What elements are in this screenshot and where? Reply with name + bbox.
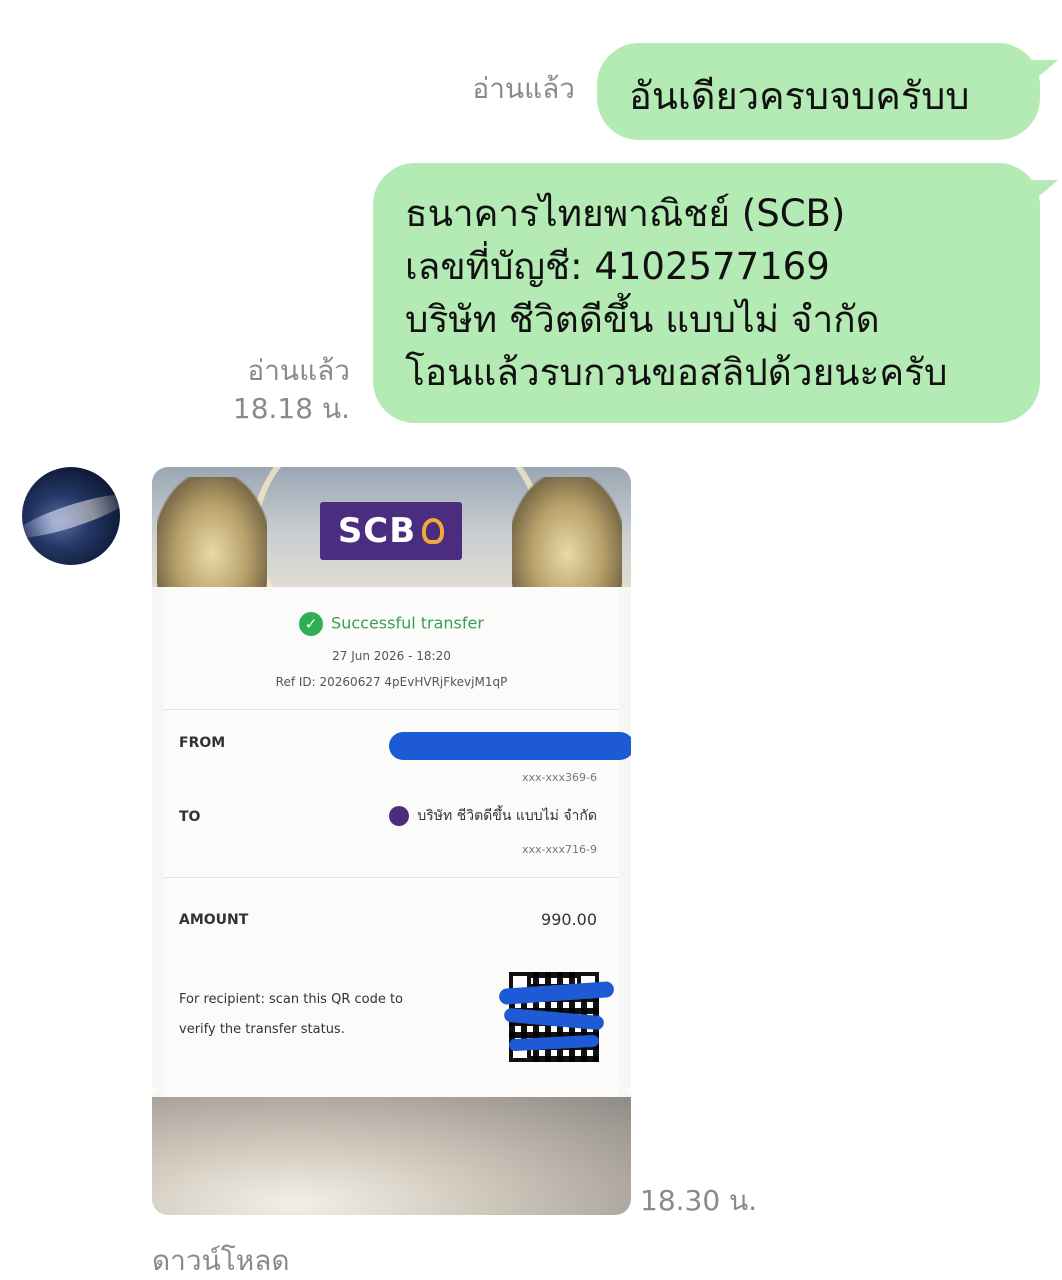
redaction-scribble xyxy=(389,732,631,760)
to-name-text: บริษัท ชีวิตดีขึ้น แบบไม่ จำกัด xyxy=(417,808,597,824)
scb-mark-icon xyxy=(422,518,445,544)
message-time: 18.18 น. xyxy=(232,392,350,425)
message-line: ธนาคารไทยพาณิชย์ (SCB) xyxy=(405,192,846,235)
temple-left xyxy=(157,477,267,587)
qr-note-1: For recipient: scan this QR code to xyxy=(179,992,404,1007)
message-line: บริษัท ชีวิตดีขึ้น แบบไม่ จำกัด xyxy=(405,298,880,341)
avatar-galaxy-icon[interactable] xyxy=(22,467,120,565)
temple-right xyxy=(512,477,622,587)
ref-id: Ref ID: 20260627 4pEvHVRjFkevjM1qP xyxy=(275,675,508,689)
transfer-datetime: 27 Jun 2026 - 18:20 xyxy=(332,649,451,663)
to-label: TO xyxy=(179,809,201,825)
read-receipt-2: อ่านแล้ว 18.18 น. xyxy=(195,352,350,428)
status-text: Successful transfer xyxy=(331,613,484,633)
read-label: อ่านแล้ว xyxy=(472,72,575,105)
amount-value: 990.00 xyxy=(541,910,597,929)
scb-small-icon xyxy=(389,806,410,826)
bank-logo-text: SCB xyxy=(337,511,417,551)
status-row: ✓ Successful transfer xyxy=(164,612,619,636)
qr-note-2: verify the transfer status. xyxy=(179,1022,345,1037)
receipt-footer-bg xyxy=(152,1097,631,1215)
amount-label: AMOUNT xyxy=(179,912,249,928)
scb-logo: SCB xyxy=(320,502,462,560)
bubble-tail-1 xyxy=(1032,60,1058,82)
divider xyxy=(164,709,619,710)
message-text: อันเดียวครบจบครับบ xyxy=(629,74,970,118)
read-label: อ่านแล้ว xyxy=(247,354,350,387)
receipt-paper: ✓ Successful transfer 27 Jun 2026 - 18:20… xyxy=(164,587,631,1102)
message-line: เลขที่บัญชี: 4102577169 xyxy=(405,245,830,288)
check-icon: ✓ xyxy=(299,612,324,636)
bubble-tail-2 xyxy=(1032,180,1058,202)
from-label: FROM xyxy=(179,735,226,751)
receipt-image[interactable]: SCB ✓ Successful transfer 27 Jun 2026 - 1… xyxy=(152,467,631,1215)
download-link[interactable]: ดาวน์โหลด xyxy=(152,1242,352,1280)
zigzag-edge xyxy=(152,1087,631,1107)
divider xyxy=(164,877,619,878)
to-account: xxx-xxx716-9 xyxy=(522,843,597,856)
to-name: บริษัท ชีวิตดีขึ้น แบบไม่ จำกัด xyxy=(389,805,597,827)
message-line: โอนแล้วรบกวนขอสลิปด้วยนะครับ xyxy=(405,351,948,394)
read-receipt-1: อ่านแล้ว xyxy=(420,70,575,108)
incoming-time: 18.30 น. xyxy=(640,1184,758,1217)
outgoing-message-1[interactable]: อันเดียวครบจบครับบ xyxy=(597,43,1040,140)
from-account: xxx-xxx369-6 xyxy=(522,771,597,784)
outgoing-message-2[interactable]: ธนาคารไทยพาณิชย์ (SCB) เลขที่บัญชี: 4102… xyxy=(373,163,1040,423)
